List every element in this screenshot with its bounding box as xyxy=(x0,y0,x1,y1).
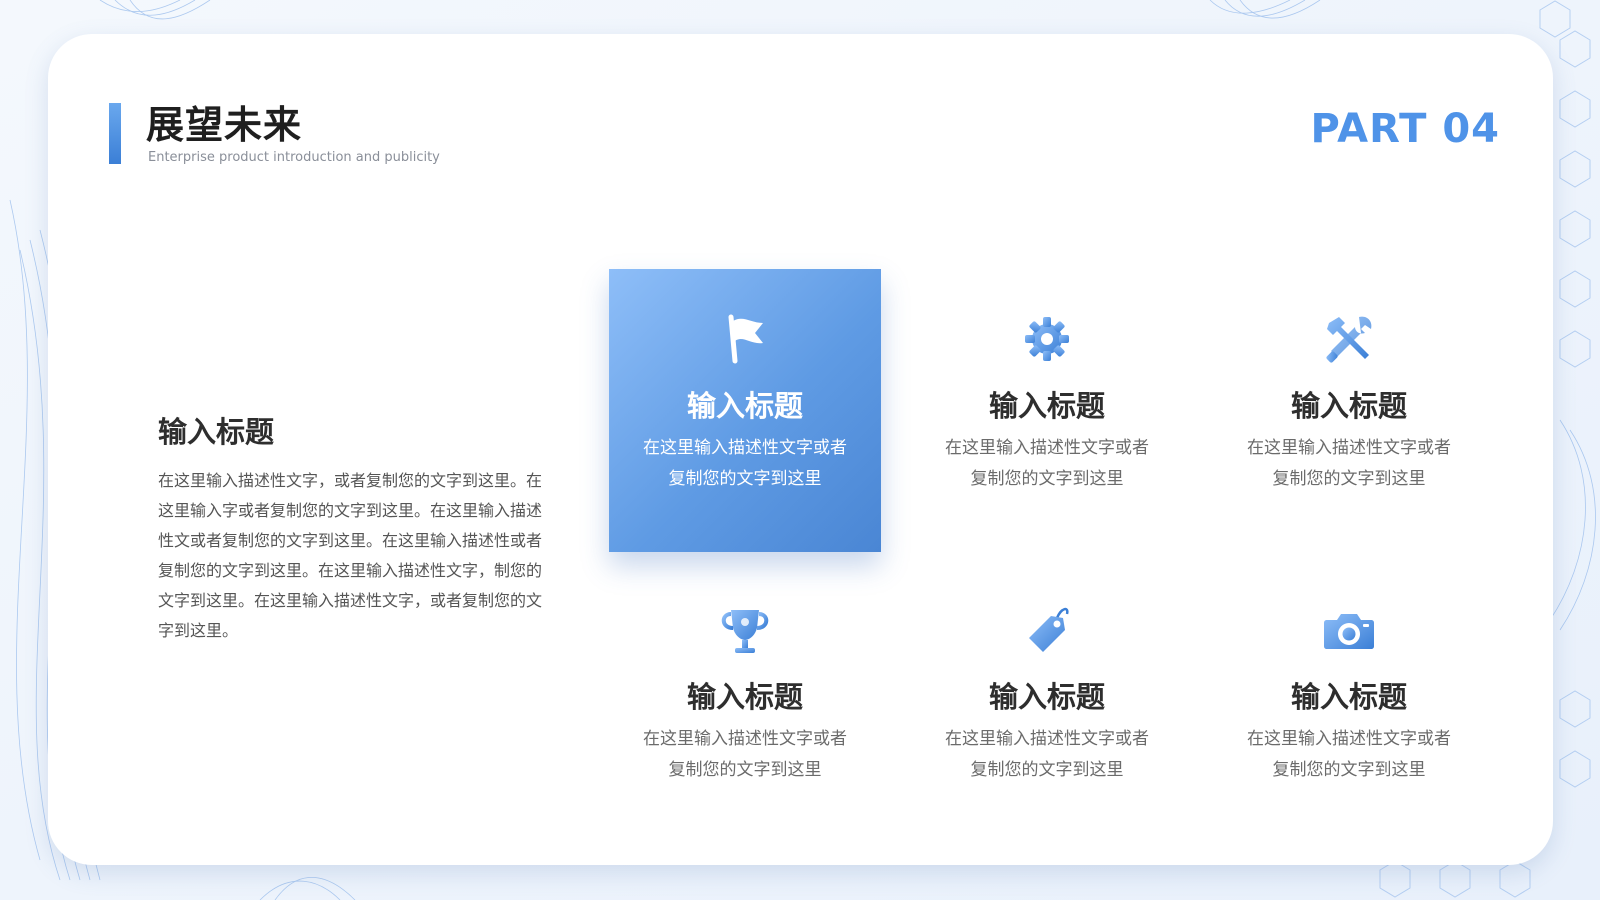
gear-icon xyxy=(1025,317,1069,361)
feature-title: 输入标题 xyxy=(686,680,803,714)
feature-card-3[interactable]: 输入标题 在这里输入描述性文字或者复制您的文字到这里 xyxy=(1213,269,1485,552)
feature-text: 在这里输入描述性文字或者复制您的文字到这里 xyxy=(643,729,847,780)
tag-icon xyxy=(1029,607,1069,652)
flag-icon xyxy=(728,314,763,364)
title-accent-bar xyxy=(109,103,121,164)
feature-title: 输入标题 xyxy=(988,389,1105,423)
feature-text: 在这里输入描述性文字或者复制您的文字到这里 xyxy=(1247,438,1451,489)
trophy-icon xyxy=(721,610,769,653)
feature-text: 在这里输入描述性文字或者复制您的文字到这里 xyxy=(1247,729,1451,780)
feature-card-6[interactable]: 输入标题 在这里输入描述性文字或者复制您的文字到这里 xyxy=(1213,560,1485,843)
intro-title: 输入标题 xyxy=(158,415,275,449)
feature-title: 输入标题 xyxy=(686,389,803,423)
page-title: 展望未来 xyxy=(146,103,303,147)
feature-text: 在这里输入描述性文字或者复制您的文字到这里 xyxy=(945,438,1149,489)
feature-title: 输入标题 xyxy=(1290,680,1407,714)
tools-icon xyxy=(1326,316,1372,363)
feature-text: 在这里输入描述性文字或者复制您的文字到这里 xyxy=(945,729,1149,780)
camera-icon xyxy=(1324,614,1374,649)
intro-text: 在这里输入描述性文字，或者复制您的文字到这里。在这里输入字或者复制您的文字到这里… xyxy=(158,471,543,640)
feature-card-2[interactable]: 输入标题 在这里输入描述性文字或者复制您的文字到这里 xyxy=(911,269,1183,552)
feature-card-1[interactable]: 输入标题 在这里输入描述性文字或者复制您的文字到这里 xyxy=(609,269,881,552)
feature-title: 输入标题 xyxy=(1290,389,1407,423)
part-label: PART 04 xyxy=(1310,106,1500,152)
feature-card-4[interactable]: 输入标题 在这里输入描述性文字或者复制您的文字到这里 xyxy=(609,560,881,843)
feature-card-5[interactable]: 输入标题 在这里输入描述性文字或者复制您的文字到这里 xyxy=(911,560,1183,843)
page-subtitle: Enterprise product introduction and publ… xyxy=(148,150,440,165)
feature-title: 输入标题 xyxy=(988,680,1105,714)
feature-text: 在这里输入描述性文字或者复制您的文字到这里 xyxy=(643,438,847,489)
